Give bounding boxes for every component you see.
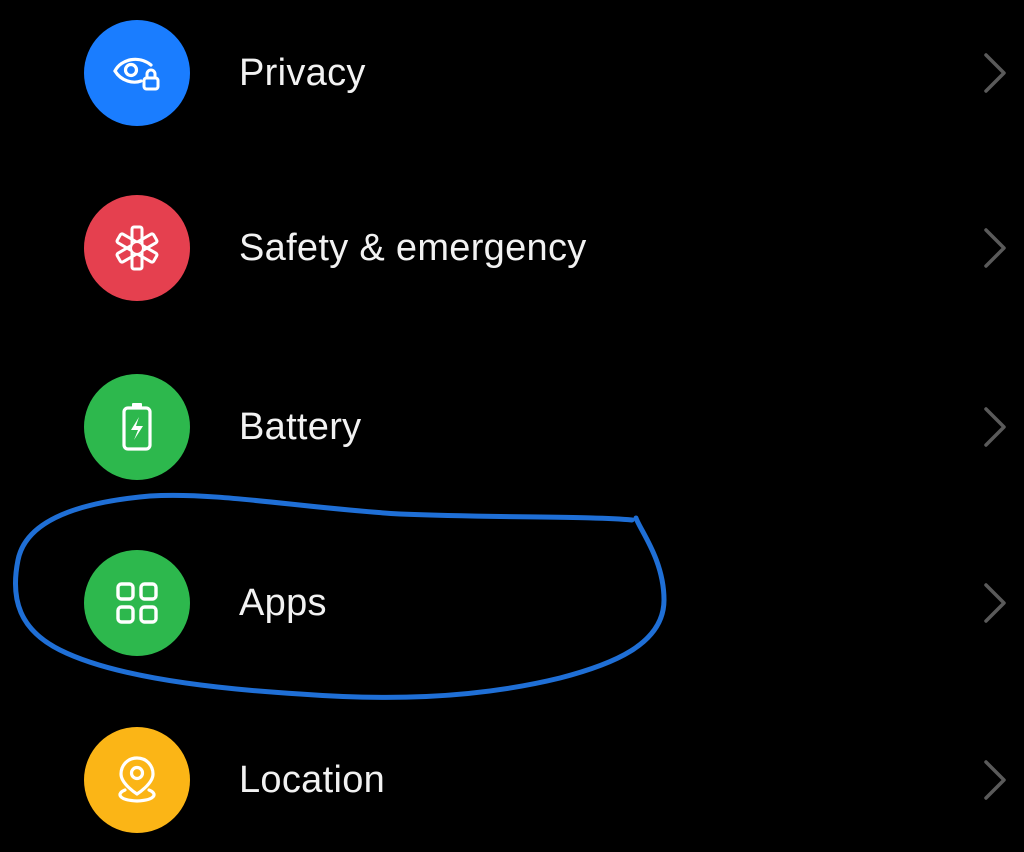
settings-item-privacy[interactable]: Privacy: [0, 0, 1024, 153]
chevron-right-icon: [980, 49, 1010, 97]
chevron-right-icon: [980, 224, 1010, 272]
settings-item-label: Battery: [239, 406, 362, 448]
location-pin-icon: [118, 756, 156, 803]
settings-item-label: Location: [239, 759, 386, 801]
battery-icon-circle: [84, 374, 190, 480]
location-icon-circle: [84, 727, 190, 833]
battery-charging-icon: [122, 403, 152, 451]
settings-item-label: Apps: [239, 582, 327, 624]
safety-icon-circle: [84, 195, 190, 301]
settings-item-label: Safety & emergency: [239, 227, 587, 269]
settings-list: Privacy Safety & emergency Battery Apps …: [0, 0, 1024, 852]
settings-item-apps[interactable]: Apps: [0, 523, 1024, 683]
chevron-right-icon: [980, 403, 1010, 451]
apps-icon-circle: [84, 550, 190, 656]
chevron-right-icon: [980, 579, 1010, 627]
settings-item-safety-emergency[interactable]: Safety & emergency: [0, 168, 1024, 328]
medical-asterisk-icon: [115, 225, 159, 271]
settings-item-label: Privacy: [239, 52, 366, 94]
apps-grid-icon: [116, 582, 158, 624]
settings-item-location[interactable]: Location: [0, 700, 1024, 852]
privacy-icon-circle: [84, 20, 190, 126]
chevron-right-icon: [980, 756, 1010, 804]
privacy-eye-lock-icon: [113, 57, 160, 91]
settings-item-battery[interactable]: Battery: [0, 347, 1024, 507]
